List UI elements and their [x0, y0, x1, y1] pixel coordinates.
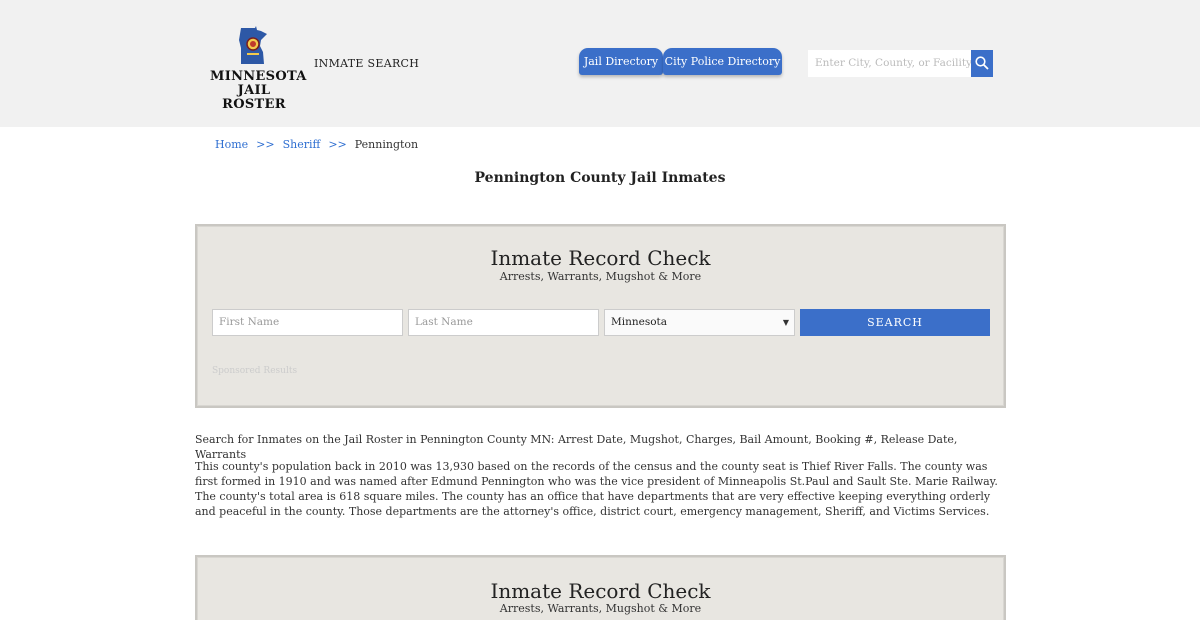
inmate-record-check-panel-secondary: Inmate Record Check Arrests, Warrants, M…	[195, 555, 1006, 620]
nav-inmate-search[interactable]: INMATE SEARCH	[314, 57, 419, 70]
breadcrumb-home[interactable]: Home	[215, 138, 248, 151]
breadcrumb-separator: >>	[328, 138, 347, 151]
sponsored-results-label: Sponsored Results	[212, 366, 298, 376]
logo-text-minnesota: MINNESOTA	[210, 69, 307, 84]
logo-text-jail-roster: JAIL ROSTER	[222, 83, 286, 112]
magnifier-icon	[975, 56, 989, 70]
county-description-paragraph: This county's population back in 2010 wa…	[195, 460, 998, 518]
city-police-directory-button[interactable]: City Police Directory	[663, 48, 782, 75]
last-name-input[interactable]: Last Name	[408, 309, 599, 336]
record-check-title: Inmate Record Check	[490, 579, 711, 603]
state-select-value: Minnesota	[611, 316, 668, 328]
record-check-subtitle: Arrests, Warrants, Mugshot & More	[499, 270, 702, 283]
record-check-subtitle: Arrests, Warrants, Mugshot & More	[499, 602, 702, 615]
inmate-record-check-panel: Inmate Record Check Arrests, Warrants, M…	[195, 224, 1006, 408]
chevron-down-icon: ▼	[782, 318, 789, 327]
site-logo[interactable]: MINNESOTA JAIL ROSTER	[210, 26, 307, 112]
breadcrumb: Home >> Sheriff >> Pennington	[215, 138, 418, 151]
site-header: MINNESOTA JAIL ROSTER INMATE SEARCH Jail…	[0, 0, 1200, 127]
breadcrumb-current: Pennington	[354, 138, 419, 151]
record-search-button[interactable]: SEARCH	[800, 309, 990, 336]
breadcrumb-sheriff[interactable]: Sheriff	[283, 138, 321, 151]
first-name-input[interactable]: First Name	[212, 309, 403, 336]
header-search-button[interactable]	[971, 50, 993, 77]
jail-directory-button[interactable]: Jail Directory	[579, 48, 663, 75]
state-select[interactable]: Minnesota ▼	[604, 309, 795, 336]
record-check-title: Inmate Record Check	[490, 246, 711, 270]
minnesota-state-icon	[239, 26, 267, 64]
intro-paragraph: Search for Inmates on the Jail Roster in…	[195, 433, 958, 461]
page-title: Pennington County Jail Inmates	[474, 170, 726, 186]
facility-search-input[interactable]: Enter City, County, or Facility	[808, 50, 972, 77]
breadcrumb-separator: >>	[256, 138, 275, 151]
